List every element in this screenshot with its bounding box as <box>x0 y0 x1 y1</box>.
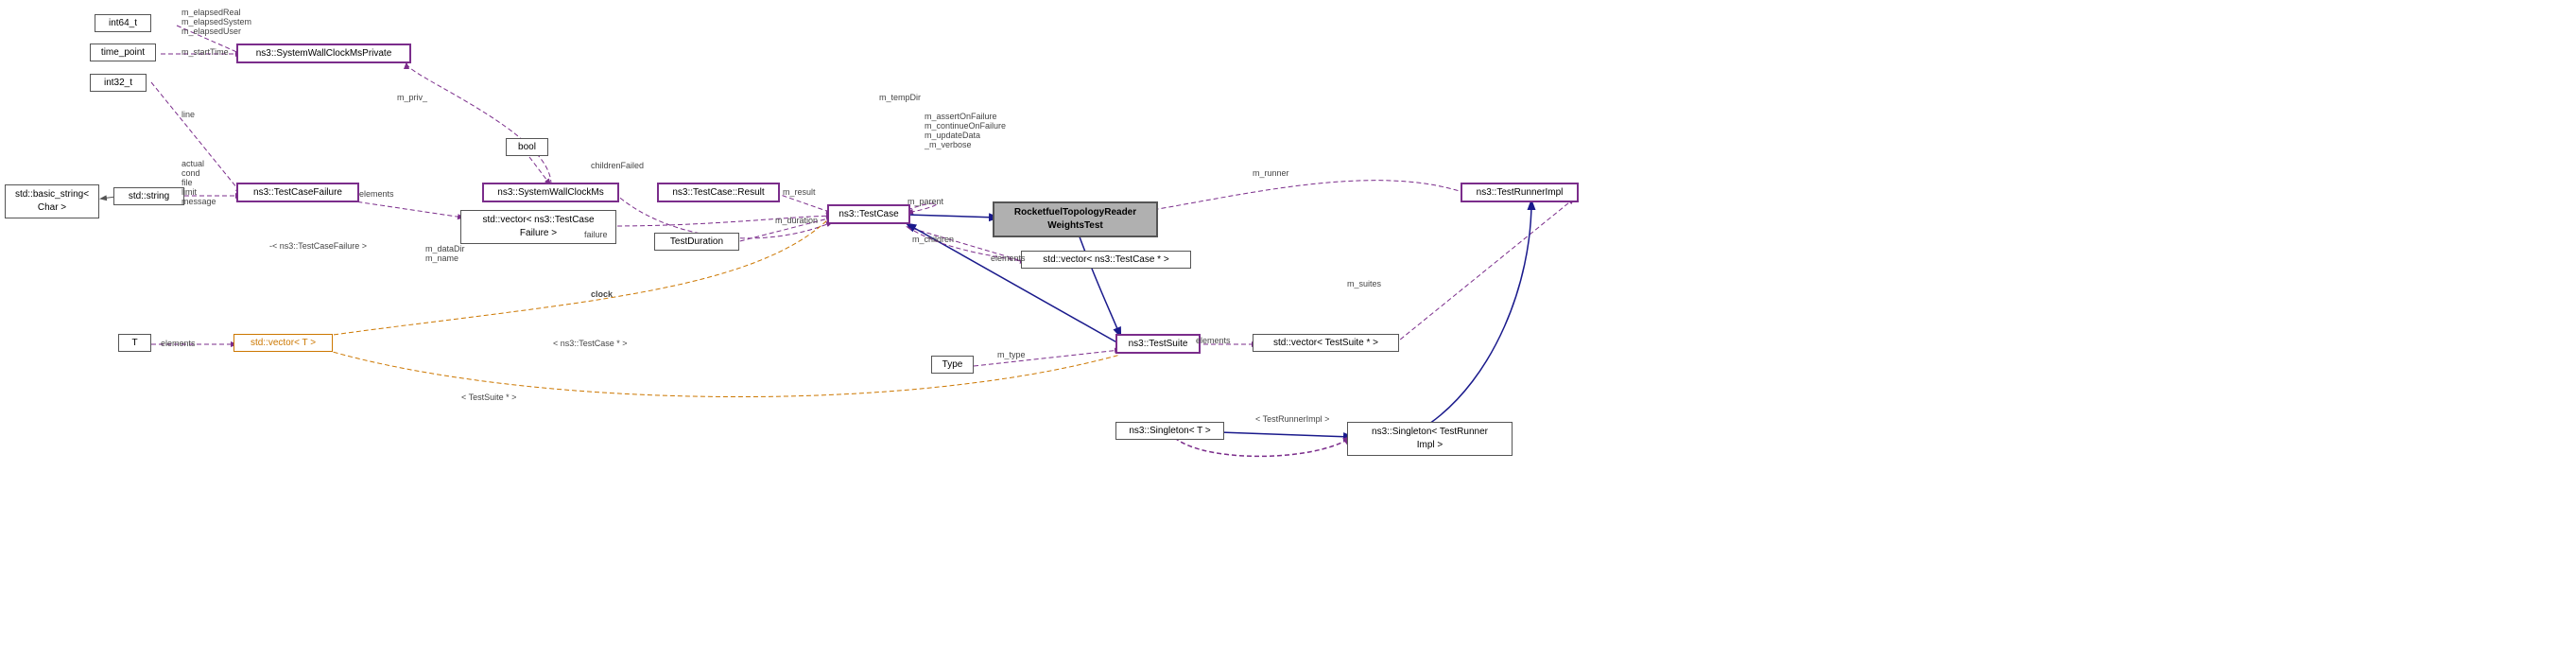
node-TestCase: ns3::TestCase <box>827 204 910 224</box>
node-int64_t: int64_t <box>95 14 151 32</box>
node-T: T <box>118 334 151 352</box>
node-TestRunnerImpl: ns3::TestRunnerImpl <box>1461 183 1579 202</box>
node-TestCase-Result: ns3::TestCase::Result <box>657 183 780 202</box>
node-std-string: std::string <box>113 187 184 205</box>
label-m-startTime: m_startTime <box>182 47 229 57</box>
node-SystemWallClockMsPrivate: ns3::SystemWallClockMsPrivate <box>236 44 411 63</box>
label-testsuite-ptr: < TestSuite * > <box>461 393 516 402</box>
label-elements-ts: elements <box>1196 336 1231 345</box>
label-m-updateData: m_updateData <box>925 131 980 140</box>
label-m-elapsedReal: m_elapsedReal <box>182 8 241 17</box>
label-m-tempDir: m_tempDir <box>879 93 921 102</box>
label-m-suites: m_suites <box>1347 279 1381 288</box>
label-m-parent: m_parent <box>908 197 943 206</box>
node-int32_t: int32_t <box>90 74 147 92</box>
label-m-priv: m_priv_ <box>397 93 427 102</box>
label-m-type: m_type <box>997 350 1026 359</box>
diagram-container: int64_t time_point int32_t std::basic_st… <box>0 0 2576 646</box>
label-m-name: m_name <box>425 253 458 263</box>
node-Singleton-T: ns3::Singleton< T > <box>1115 422 1224 440</box>
label-childrenFailed: childrenFailed <box>591 161 644 170</box>
label-m-duration: m_duration <box>775 216 818 225</box>
node-std-basic-string: std::basic_string<Char > <box>5 184 99 218</box>
label-m-children: m_children <box>912 235 954 244</box>
node-bool: bool <box>506 138 548 156</box>
label-m-runner: m_runner <box>1253 168 1289 178</box>
label-m-elapsedSystem: m_elapsedSystem <box>182 17 251 26</box>
node-Singleton-TestRunnerImpl: ns3::Singleton< TestRunnerImpl > <box>1347 422 1513 456</box>
node-SystemWallClockMs: ns3::SystemWallClockMs <box>482 183 619 202</box>
label-m-elapsedUser: m_elapsedUser <box>182 26 241 36</box>
label-actual: actual <box>182 159 204 168</box>
label-testcasefailure-ptr: -< ns3::TestCaseFailure > <box>269 241 367 251</box>
label-clock: clock <box>591 289 613 299</box>
label-m-continueOnFailure: m_continueOnFailure <box>925 121 1006 131</box>
label-message: message <box>182 197 216 206</box>
label-failure: failure <box>584 230 608 239</box>
node-std-vector-TestCase: std::vector< ns3::TestCase * > <box>1021 251 1191 269</box>
node-RocketfuelTopologyReaderWeightsTest: RocketfuelTopologyReaderWeightsTest <box>993 201 1158 237</box>
edges-svg <box>0 0 2576 646</box>
label-line: line <box>182 110 195 119</box>
label-m-assertOnFailure: m_assertOnFailure <box>925 112 997 121</box>
node-Type: Type <box>931 356 974 374</box>
label-m-dataDir: m_dataDir <box>425 244 465 253</box>
label-elements-tcf: elements <box>359 189 394 199</box>
node-TestCaseFailure: ns3::TestCaseFailure <box>236 183 359 202</box>
node-TestSuite: ns3::TestSuite <box>1115 334 1201 354</box>
label-file: file <box>182 178 193 187</box>
node-std-vector-TestSuite: std::vector< TestSuite * > <box>1253 334 1399 352</box>
label-elements-t: elements <box>161 339 196 348</box>
node-std-vector-T: std::vector< T > <box>233 334 333 352</box>
label-limit: limit <box>182 187 197 197</box>
label-m-result: m_result <box>783 187 816 197</box>
label-elements-tc: elements <box>991 253 1026 263</box>
label-cond: cond <box>182 168 200 178</box>
node-time_point: time_point <box>90 44 156 61</box>
label-m-verbose: _m_verbose <box>925 140 972 149</box>
node-TestDuration: TestDuration <box>654 233 739 251</box>
label-testcase-ptr: < ns3::TestCase * > <box>553 339 628 348</box>
label-testrunnerimpl: < TestRunnerImpl > <box>1255 414 1329 424</box>
